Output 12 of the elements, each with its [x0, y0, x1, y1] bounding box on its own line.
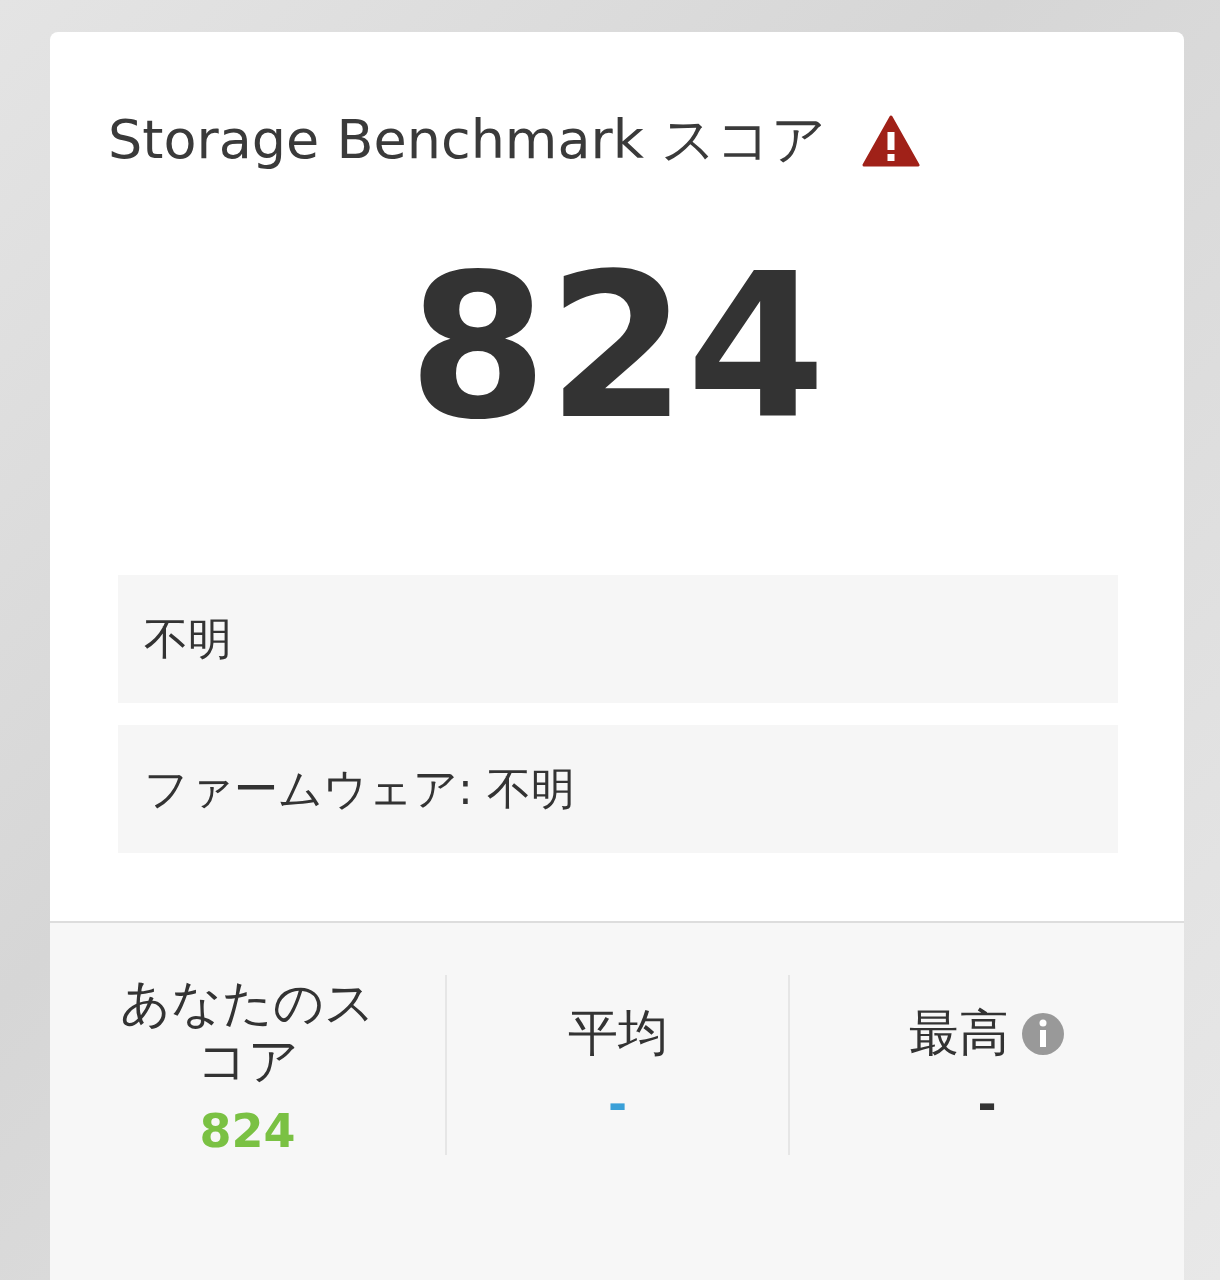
- info-row: 不明: [118, 575, 1118, 703]
- stat-value: -: [607, 1076, 628, 1131]
- info-row: ファームウェア: 不明: [118, 725, 1118, 853]
- warning-icon: [862, 114, 921, 167]
- card-title: Storage Benchmark スコア: [108, 107, 827, 173]
- stat-value: -: [977, 1076, 997, 1131]
- stat-label: 最高: [909, 1005, 1009, 1063]
- stat-value: 824: [199, 1104, 296, 1158]
- score-value: 824: [408, 247, 826, 447]
- info-icon[interactable]: [1021, 1011, 1065, 1056]
- stat-label: あなたのスコア: [119, 975, 376, 1090]
- stat-label: 平均: [567, 1005, 668, 1063]
